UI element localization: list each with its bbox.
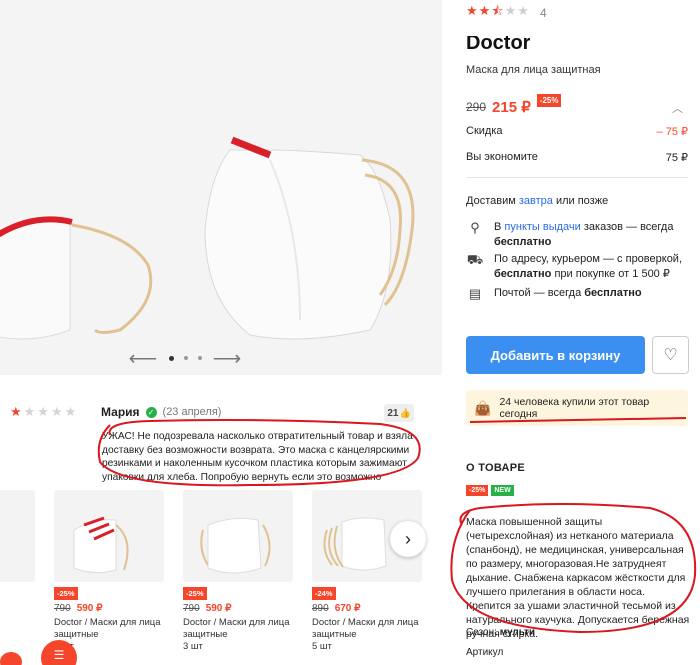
review-text: УЖАС! Не подозревала насколько отвратите… [102,431,413,483]
gallery-dot-2[interactable] [183,356,188,360]
pickup-pre: В [494,221,502,233]
mail-free: бесплатно [584,287,642,299]
spec-article: Артикул [466,647,503,658]
mail-icon: ▤ [468,286,482,301]
product-card-image[interactable] [54,490,164,582]
season-label: Сезон: [466,627,497,638]
chevron-up-icon[interactable]: ︿ [672,100,683,116]
similar-products-carousel: -25% 790 590 ₽ Doctor / Маски для лица з… [0,490,442,665]
product-description: Маска повышенной защиты (четырехслойная)… [466,516,690,640]
gallery-dot-1[interactable] [168,355,174,361]
review-header: Мария ✓ (23 апреля) [101,405,221,419]
card-name[interactable]: Doctor / Маски для лица защитные [183,617,290,640]
review-author: Мария [101,405,140,419]
season-value: мульти [499,627,536,638]
card-price: 590 ₽ [205,603,232,614]
product-card[interactable]: -25% 790 590 ₽ Doctor / Маски для лица з… [54,490,164,652]
verified-check-icon: ✓ [145,406,157,418]
favorite-heart-icon[interactable]: ♡ [652,336,689,374]
product-image [0,136,415,340]
bought-today-banner: 👜 24 человека купили этот товар сегодня [466,390,688,426]
review-like-button[interactable]: 21 👍 [384,404,414,422]
card-qty: 5 шт [312,641,332,652]
delivery-pickup: ⚲ В пункты выдачи заказов — всегда беспл… [466,220,688,250]
about-title: О ТОВАРЕ [466,462,526,474]
courier-free: бесплатно [494,268,552,280]
pickup-points-link[interactable]: пункты выдачи [504,221,580,233]
review-count: 4 [539,6,547,20]
brand-name[interactable]: Doctor [466,36,530,50]
gallery-next-arrow-icon[interactable]: ⟶ [213,348,242,370]
card-old-price: 790 [183,603,200,614]
shopping-bag-icon: 👜 [474,399,492,416]
delivery-date-link[interactable]: завтра [519,195,553,207]
divider [466,177,688,178]
savings-row: Вы экономите 75 ₽ [466,151,688,164]
card-discount-badge: -25% [54,587,78,600]
spec-season: Сезон: мульти [466,627,535,638]
mail-pre: Почтой — всегда [494,287,582,299]
delivery-prefix: Доставим [466,195,516,207]
price-block: 290 215 ₽ -25% [466,94,562,116]
product-title: Маска для лица защитная [466,64,601,76]
review-like-count: 21 [387,407,399,419]
product-rating[interactable]: ★★⯪★★ 4 [466,2,547,24]
savings-label: Вы экономите [466,151,538,163]
savings-value: 75 ₽ [665,152,688,164]
card-old-price: 890 [312,603,329,614]
product-card-image[interactable] [183,490,293,582]
discount-row: Скидка – 75 ₽ [466,125,688,138]
delivery-mail: ▤ Почтой — всегда бесплатно [466,286,688,301]
review-date: (23 апреля) [162,406,222,418]
carousel-next-chevron-icon[interactable]: › [390,521,426,557]
review-rating-stars-icon: ★★★★★ [10,404,79,419]
card-discount-badge: -24% [312,587,336,600]
delivery-courier: ⛟ По адресу, курьером — с проверкой, бес… [466,252,688,282]
card-discount-badge: -25% [183,587,207,600]
card-price: 590 ₽ [76,603,103,614]
gallery-dot-3[interactable] [197,356,202,360]
rating-stars-icon: ★★⯪★★ [466,3,530,18]
left-floating-button[interactable] [0,652,22,665]
bought-today-text: 24 человека купили этот товар сегодня [499,396,650,420]
pickup-free: бесплатно [494,236,552,248]
delivery-title: Доставим завтра или позже [466,195,608,207]
product-card-image[interactable] [0,490,35,582]
delivery-suffix: или позже [555,195,609,207]
card-name[interactable]: Doctor / Маски для лица защитные [312,617,419,640]
product-gallery[interactable]: ⟵ ⟶ [0,0,442,375]
product-card[interactable]: -25% 790 590 ₽ Doctor / Маски для лица з… [183,490,293,652]
card-price: 670 ₽ [334,603,361,614]
courier-line: По адресу, курьером — с проверкой, [494,253,683,265]
about-badges: -25% NEW [466,485,514,496]
pickup-post: заказов — всегда [583,221,674,233]
current-price: 215 ₽ [492,99,531,116]
product-card-partial[interactable] [0,490,35,582]
card-name[interactable]: Doctor / Маски для лица защитные [54,617,161,640]
courier-post: при покупке от 1 500 ₽ [554,268,670,280]
location-pin-icon: ⚲ [470,220,480,235]
discount-badge-small: -25% [466,485,489,496]
card-qty: 3 шт [183,641,203,652]
old-price: 290 [466,100,487,114]
thumb-up-icon: 👍 [399,407,411,418]
card-old-price: 790 [54,603,71,614]
discount-value: – 75 ₽ [656,126,688,138]
discount-label: Скидка [466,125,503,137]
article-label: Артикул [466,647,504,658]
gallery-prev-arrow-icon[interactable]: ⟵ [129,348,158,370]
discount-badge: -25% [536,94,562,107]
new-badge: NEW [491,485,514,496]
add-to-cart-button[interactable]: Добавить в корзину [466,336,645,374]
car-icon: ⛟ [466,252,484,267]
